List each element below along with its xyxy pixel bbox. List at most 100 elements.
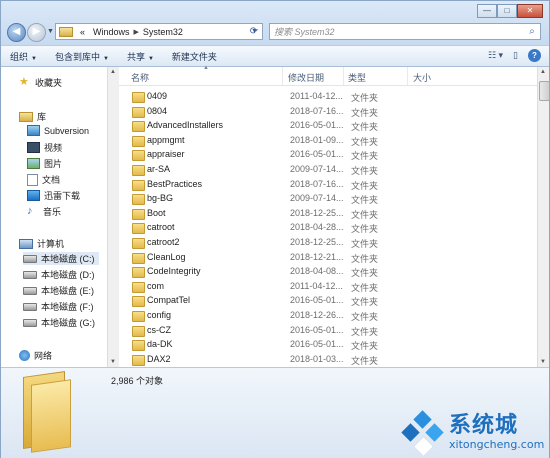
file-row[interactable]: 0409 2011-04-12... 文件夹 — [119, 90, 537, 104]
search-icon[interactable]: ⌕ — [524, 26, 540, 37]
file-type: 文件夹 — [351, 93, 379, 103]
nav-lib-music[interactable]: ♪ 音乐 — [27, 205, 61, 218]
nav-drive-c[interactable]: 本地磁盘 (C:) — [23, 252, 99, 265]
file-name: catroot — [147, 222, 175, 233]
col-date[interactable]: 修改日期 — [288, 71, 324, 84]
recent-pages-dropdown-icon[interactable]: ▼ — [47, 28, 54, 35]
file-name: Boot — [147, 207, 166, 218]
watermark-logo: 系统城 xitongcheng.com — [397, 405, 547, 458]
file-type: 文件夹 — [351, 122, 379, 133]
refresh-button[interactable]: ⟳ — [247, 23, 261, 40]
nav-lib-subversion[interactable]: Subversion — [27, 125, 89, 136]
include-in-library-menu[interactable]: 包含到库中 ▼ — [46, 50, 118, 63]
title-address-bar: — □ ✕ ◀ ▶ ▼ « Windows ▶ System32 ▼ ⟳ 搜索 … — [1, 1, 549, 45]
file-row[interactable]: appraiser 2016-05-01... 文件夹 — [119, 148, 537, 162]
file-row[interactable]: appmgmt 2018-01-09... 文件夹 — [119, 134, 537, 148]
file-row[interactable]: ar-SA 2009-07-14... 文件夹 — [119, 163, 537, 177]
navigation-pane: ★ 收藏夹 库 Subversion 视频 图片 文档 迅雷下载 ♪ 音乐 计算机 … — [1, 67, 119, 367]
file-name: 0409 — [147, 91, 168, 101]
minimize-button[interactable]: — — [477, 4, 497, 18]
forward-button[interactable]: ▶ — [27, 23, 46, 42]
file-row[interactable]: catroot2 2018-12-25... 文件夹 — [119, 236, 537, 250]
folder-icon — [132, 238, 145, 249]
view-options-icon[interactable]: ☷ ▾ — [488, 50, 503, 61]
column-divider[interactable] — [407, 67, 408, 85]
breadcrumb-overflow[interactable]: « — [76, 27, 89, 37]
file-type: 文件夹 — [351, 151, 379, 162]
folder-icon — [132, 121, 145, 133]
file-row[interactable]: AdvancedInstallers 2016-05-01... 文件夹 — [119, 119, 537, 133]
col-type[interactable]: 类型 — [348, 71, 366, 84]
nav-lib-xunlei[interactable]: 迅雷下载 — [27, 189, 80, 202]
file-name: config — [147, 310, 172, 320]
file-date: 2016-05-01... — [290, 295, 344, 306]
nav-scrollbar[interactable]: ▲ ▼ — [107, 67, 119, 367]
object-count: 2,986 个对象 — [111, 376, 164, 386]
scroll-down-icon[interactable]: ▼ — [110, 359, 116, 365]
file-name: AdvancedInstallers — [147, 120, 224, 131]
file-date: 2016-05-01... — [290, 339, 344, 350]
nav-favorites[interactable]: ★ 收藏夹 — [19, 76, 62, 89]
subversion-icon — [27, 125, 40, 136]
breadcrumb-system32[interactable]: System32 — [139, 27, 187, 37]
file-row[interactable]: CompatTel 2016-05-01... 文件夹 — [119, 294, 537, 308]
file-type: 文件夹 — [351, 326, 379, 337]
file-row[interactable]: DAX2 2018-01-03... 文件夹 — [119, 353, 537, 367]
file-name: DAX2 — [147, 353, 171, 364]
column-header: ▲ 名称 修改日期 类型 大小 — [119, 65, 537, 86]
file-name: appmgmt — [147, 134, 185, 145]
file-name: CleanLog — [147, 251, 186, 262]
address-bar[interactable]: « Windows ▶ System32 ▼ — [55, 23, 263, 40]
nav-drive-g[interactable]: 本地磁盘 (G:) — [23, 316, 95, 329]
search-input[interactable]: 搜索 System32 — [270, 25, 524, 38]
star-icon: ★ — [19, 76, 29, 88]
file-row[interactable]: 0804 2018-07-16... 文件夹 — [119, 105, 537, 119]
column-divider[interactable] — [282, 67, 283, 85]
drive-icon — [23, 318, 37, 327]
file-row[interactable]: CodeIntegrity 2018-04-08... 文件夹 — [119, 265, 537, 279]
file-row[interactable]: cs-CZ 2016-05-01... 文件夹 — [119, 324, 537, 338]
file-row[interactable]: com 2011-04-12... 文件夹 — [119, 280, 537, 294]
organize-menu[interactable]: 组织 ▼ — [1, 50, 46, 63]
column-divider[interactable] — [343, 67, 344, 85]
scroll-up-icon[interactable]: ▲ — [540, 69, 546, 75]
brand-logo-icon — [401, 410, 445, 458]
help-icon[interactable]: ? — [528, 49, 541, 62]
nav-drive-d[interactable]: 本地磁盘 (D:) — [23, 268, 95, 281]
watermark-brand: 系统城 — [449, 413, 519, 438]
file-row[interactable]: bg-BG 2009-07-14... 文件夹 — [119, 192, 537, 206]
col-size[interactable]: 大小 — [413, 71, 431, 84]
nav-network[interactable]: 网络 — [19, 349, 52, 362]
file-row[interactable]: config 2018-12-26... 文件夹 — [119, 309, 537, 323]
maximize-button[interactable]: □ — [497, 4, 517, 18]
video-icon — [27, 142, 40, 153]
folder-icon — [132, 325, 145, 337]
preview-pane-icon[interactable]: ▯ — [513, 50, 518, 61]
network-icon — [19, 350, 30, 361]
file-row[interactable]: da-DK 2016-05-01... 文件夹 — [119, 338, 537, 352]
scroll-up-icon[interactable]: ▲ — [110, 69, 116, 75]
nav-drive-f[interactable]: 本地磁盘 (F:) — [23, 300, 94, 313]
scrollbar-thumb[interactable] — [539, 81, 550, 101]
file-type: 文件夹 — [351, 341, 379, 352]
nav-libraries[interactable]: 库 — [19, 110, 46, 123]
file-list-scrollbar[interactable]: ▲ ▼ — [537, 67, 550, 367]
file-row[interactable]: Boot 2018-12-25... 文件夹 — [119, 207, 537, 221]
share-menu[interactable]: 共享 ▼ — [118, 50, 163, 63]
nav-lib-pictures[interactable]: 图片 — [27, 157, 62, 170]
scroll-down-icon[interactable]: ▼ — [540, 359, 546, 365]
file-row[interactable]: BestPractices 2018-07-16... 文件夹 — [119, 178, 537, 192]
folder-icon — [132, 150, 145, 162]
file-row[interactable]: CleanLog 2018-12-21... 文件夹 — [119, 251, 537, 265]
nav-lib-documents[interactable]: 文档 — [27, 173, 60, 186]
search-box[interactable]: 搜索 System32 ⌕ — [269, 23, 541, 40]
nav-lib-videos[interactable]: 视频 — [27, 141, 62, 154]
nav-drive-e[interactable]: 本地磁盘 (E:) — [23, 284, 94, 297]
col-name[interactable]: 名称 — [131, 71, 149, 84]
new-folder-button[interactable]: 新建文件夹 — [163, 50, 226, 63]
nav-computer[interactable]: 计算机 — [19, 237, 64, 250]
file-row[interactable]: catroot 2018-04-28... 文件夹 — [119, 221, 537, 235]
back-button[interactable]: ◀ — [7, 23, 26, 42]
breadcrumb-windows[interactable]: Windows — [89, 27, 134, 37]
close-button[interactable]: ✕ — [517, 4, 543, 18]
